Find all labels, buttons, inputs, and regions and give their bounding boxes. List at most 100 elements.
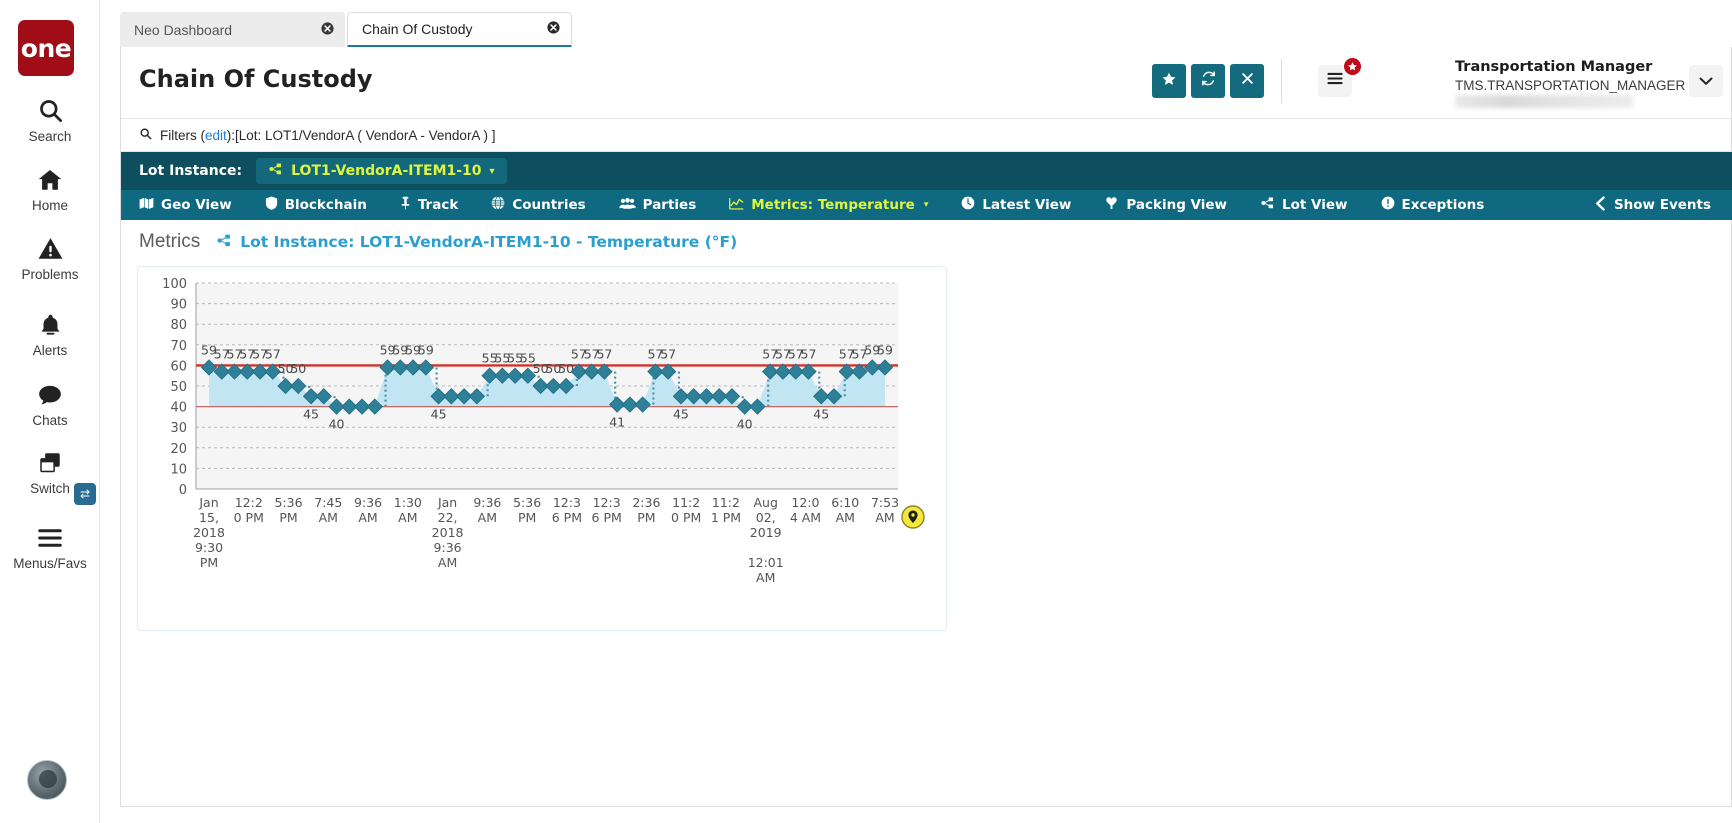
- x-axis-tick: 9:30: [195, 540, 223, 555]
- share-nodes-icon: [216, 233, 232, 252]
- nav-item-lot-view[interactable]: Lot View: [1260, 196, 1348, 214]
- sidebar-item-menus-favs[interactable]: Menus/Favs: [0, 523, 100, 571]
- sidebar-item-search[interactable]: Search: [0, 96, 100, 144]
- avatar[interactable]: [27, 760, 67, 800]
- switch-badge-icon[interactable]: ⇄: [74, 483, 96, 505]
- metrics-label: Metrics: [139, 231, 201, 252]
- brand-logo-text: one: [20, 33, 72, 63]
- x-icon: [1240, 71, 1255, 91]
- page-header: Chain Of Custody Transportation Manager …: [121, 47, 1731, 119]
- sidebar-item-label: Search: [28, 129, 72, 144]
- tab-strip: Neo Dashboard Chain Of Custody: [120, 12, 1732, 48]
- nav-item-exceptions[interactable]: Exceptions: [1381, 196, 1484, 214]
- lot-instance-value: LOT1-VendorA-ITEM1-10: [291, 163, 482, 179]
- nav-item-label: Geo View: [161, 197, 232, 213]
- x-axis-tick: 12:2: [235, 495, 263, 510]
- temperature-chart-panel: 0 10 20 30 40 50 60 70 80 90 100 59 57 57 57 57 57 50 50 45…: [137, 266, 947, 631]
- x-axis-tick: 4 AM: [790, 510, 821, 525]
- filters-bar[interactable]: Filters (edit):[Lot: LOT1/VendorA ( Vend…: [121, 120, 1732, 152]
- x-axis-tick: PM: [637, 510, 655, 525]
- x-axis-tick: 5:36: [274, 495, 302, 510]
- x-axis-tick: 2018: [432, 525, 464, 540]
- user-menu-chevron-down-icon[interactable]: [1689, 65, 1723, 97]
- close-circle-icon[interactable]: [545, 21, 561, 37]
- x-axis-tick: AM: [756, 570, 775, 585]
- x-axis-tick: 7:53: [871, 495, 899, 510]
- favorites-badge-star-icon[interactable]: [1342, 56, 1363, 77]
- nav-item-metrics-temperature[interactable]: Metrics: Temperature ▾: [729, 197, 928, 214]
- sidebar-item-label: Alerts: [32, 343, 68, 358]
- y-axis-tick: 0: [179, 483, 187, 498]
- data-point-label: 45: [303, 406, 319, 421]
- header-divider: [1281, 59, 1282, 103]
- filters-text: Filters (edit):[Lot: LOT1/VendorA ( Vend…: [160, 128, 495, 143]
- show-events-button[interactable]: Show Events: [1595, 195, 1711, 215]
- nav-item-packing-view[interactable]: Packing View: [1104, 196, 1227, 214]
- x-axis-tick: AM: [836, 510, 855, 525]
- refresh-button[interactable]: [1191, 64, 1225, 98]
- x-axis-tick: 5:36: [513, 495, 541, 510]
- y-axis-tick: 20: [170, 442, 187, 457]
- x-axis-tick: 2:36: [632, 495, 660, 510]
- nav-item-parties[interactable]: Parties: [618, 197, 696, 214]
- x-axis-tick: 6:10: [831, 495, 859, 510]
- x-axis-tick: 0 PM: [671, 510, 701, 525]
- sidebar-item-home[interactable]: Home: [0, 165, 100, 213]
- nav-item-countries[interactable]: Countries: [491, 196, 586, 214]
- user-role: TMS.TRANSPORTATION_MANAGER: [1455, 78, 1686, 93]
- lot-instance-selector[interactable]: LOT1-VendorA-ITEM1-10 ▾: [256, 158, 507, 184]
- hamburger-icon: [0, 523, 100, 553]
- map-marker-icon[interactable]: [901, 505, 925, 529]
- data-point-label: 59: [418, 342, 434, 357]
- x-axis-tick: 2018: [193, 525, 225, 540]
- close-circle-icon[interactable]: [319, 22, 335, 38]
- refresh-icon: [1200, 70, 1217, 92]
- browser-tab-neo-dashboard[interactable]: Neo Dashboard: [120, 12, 345, 48]
- temperature-chart[interactable]: 0102030405060708090100595757575757505045…: [138, 267, 946, 630]
- view-nav-bar: Geo View Blockchain Track Countries Part…: [121, 190, 1732, 220]
- nav-item-geo-view[interactable]: Geo View: [139, 197, 232, 214]
- browser-tab-chain-of-custody[interactable]: Chain Of Custody: [347, 12, 572, 48]
- metrics-heading-row: Metrics Lot Instance: LOT1-VendorA-ITEM1…: [121, 220, 737, 264]
- x-axis-tick: 22,: [438, 510, 458, 525]
- search-icon: [0, 96, 100, 126]
- bell-icon: [0, 310, 100, 340]
- filters-edit-link[interactable]: edit: [205, 128, 227, 143]
- x-axis-tick: AM: [478, 510, 497, 525]
- y-axis-tick: 40: [170, 401, 187, 416]
- home-icon: [0, 165, 100, 195]
- x-axis-tick: 12:0: [791, 495, 819, 510]
- globe-icon: [491, 196, 505, 214]
- close-button[interactable]: [1230, 64, 1264, 98]
- nav-item-blockchain[interactable]: Blockchain: [265, 196, 367, 214]
- y-axis-tick: 80: [170, 318, 187, 333]
- sidebar-item-label: Problems: [21, 267, 79, 282]
- package-icon: [1104, 196, 1119, 214]
- sidebar-item-chats[interactable]: Chats: [0, 380, 100, 428]
- nav-item-label: Packing View: [1126, 197, 1228, 213]
- x-axis-tick: AM: [875, 510, 894, 525]
- data-point-label: 57: [801, 347, 817, 362]
- y-axis-tick: 60: [170, 359, 187, 374]
- sidebar-item-problems[interactable]: Problems: [0, 234, 100, 282]
- y-axis-tick: 50: [170, 380, 187, 395]
- favorite-button[interactable]: [1152, 64, 1186, 98]
- x-axis-tick: 9:36: [434, 540, 462, 555]
- nav-item-label: Blockchain: [284, 197, 367, 213]
- sidebar-item-alerts[interactable]: Alerts: [0, 310, 100, 358]
- hamburger-icon: [1326, 71, 1344, 91]
- share-nodes-icon: [1260, 196, 1275, 214]
- x-axis-tick: 02,: [756, 510, 776, 525]
- brand-logo[interactable]: one: [18, 20, 74, 76]
- nav-item-track[interactable]: Track: [400, 196, 458, 214]
- x-axis-tick: 1:30: [394, 495, 422, 510]
- nav-item-latest-view[interactable]: Latest View: [961, 196, 1071, 214]
- chat-bubble-icon: [0, 380, 100, 410]
- chevron-down-icon: ▾: [489, 165, 495, 177]
- filters-suffix: ):[Lot: LOT1/VendorA ( VendorA - VendorA…: [226, 128, 496, 143]
- x-axis-tick: 12:01: [748, 555, 784, 570]
- show-events-label: Show Events: [1613, 197, 1711, 213]
- user-block[interactable]: Transportation Manager TMS.TRANSPORTATIO…: [1455, 59, 1723, 108]
- y-axis-tick: 90: [170, 298, 187, 313]
- metrics-subtitle[interactable]: Lot Instance: LOT1-VendorA-ITEM1-10 - Te…: [216, 233, 737, 252]
